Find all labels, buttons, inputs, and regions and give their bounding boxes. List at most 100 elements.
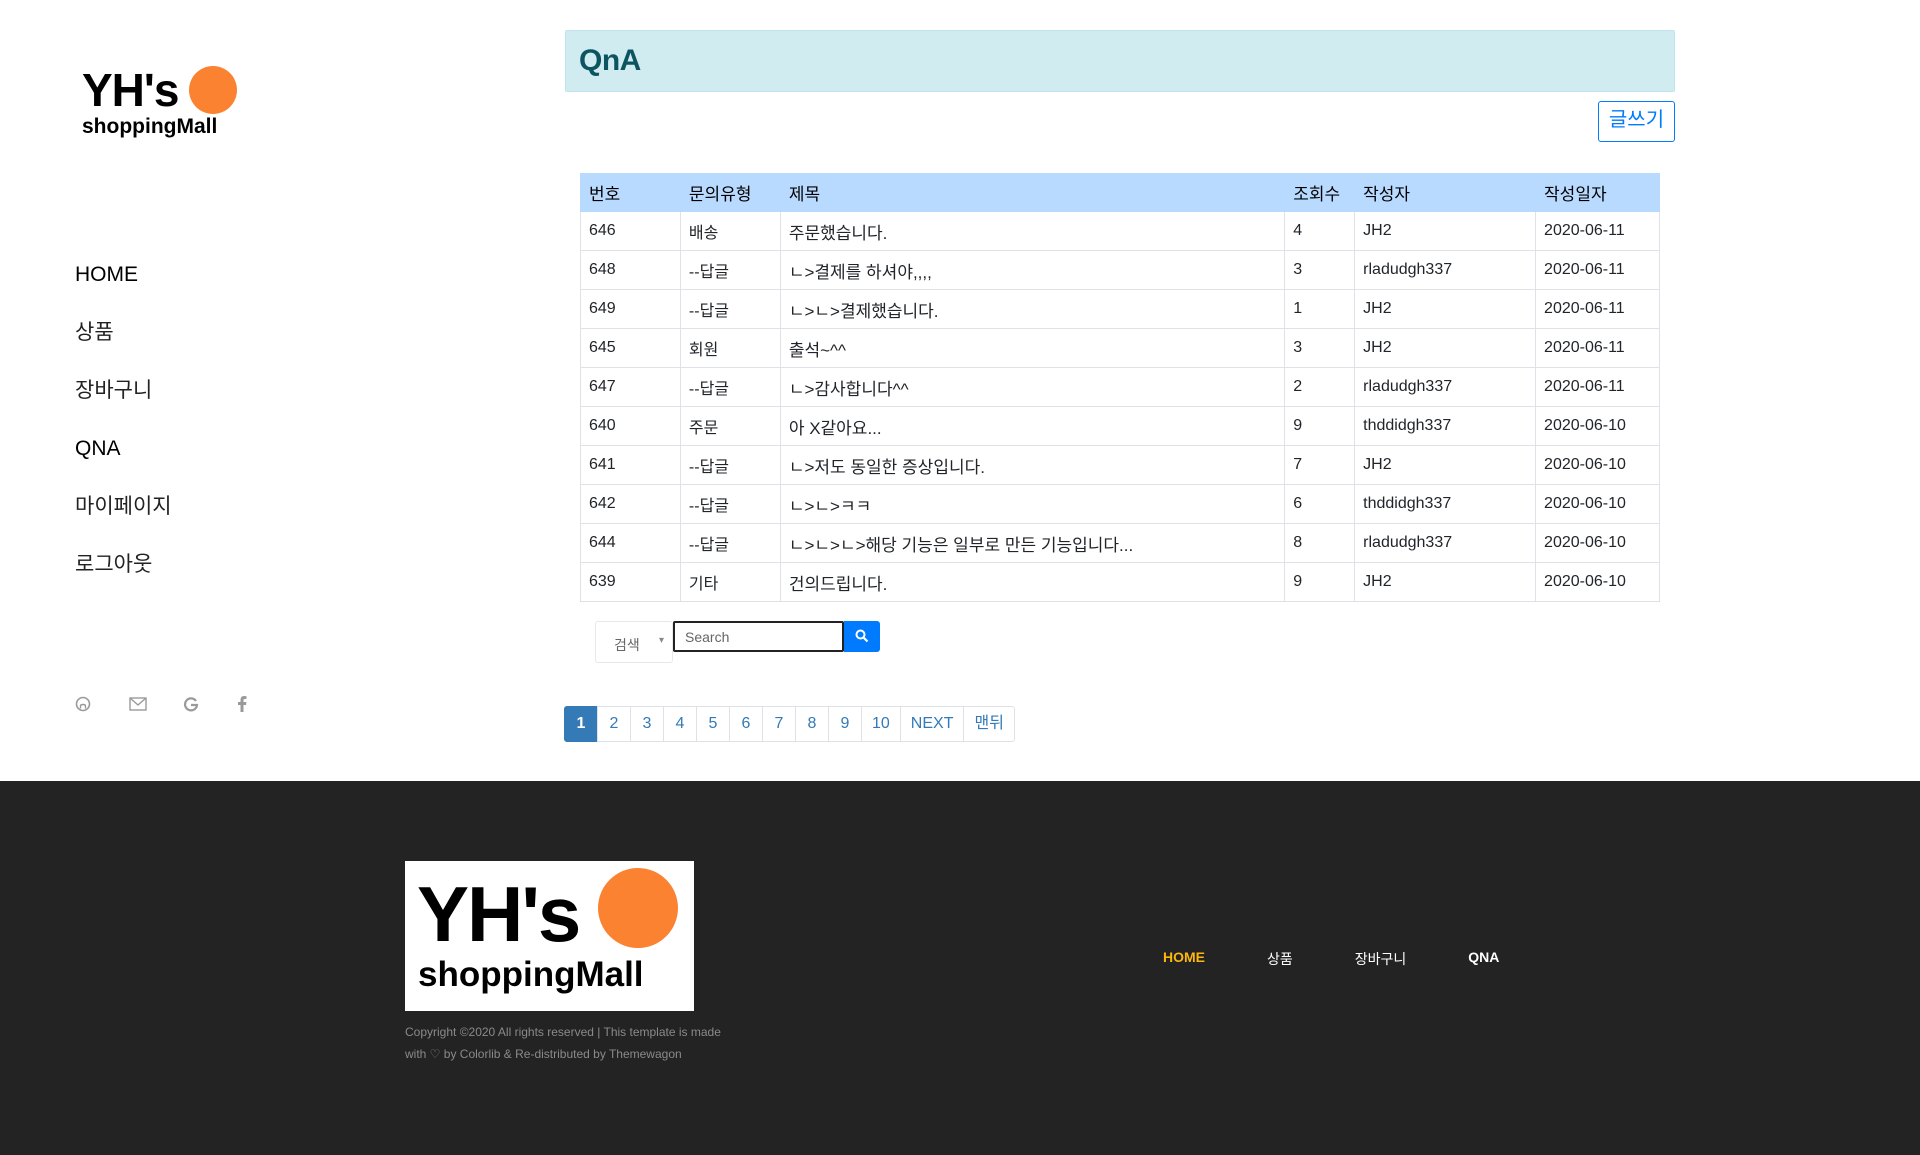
sidebar-item-products[interactable]: 상품 xyxy=(75,316,172,374)
cell-views: 3 xyxy=(1284,328,1356,368)
table-row[interactable]: 641 --답글 ㄴ>저도 동일한 증상입니다. 7 JH2 2020-06-10 xyxy=(580,445,1660,485)
page-4[interactable]: 4 xyxy=(663,706,697,742)
table-row[interactable]: 647 --답글 ㄴ>감사합니다^^ 2 rladudgh337 2020-06-11 xyxy=(580,367,1660,407)
google-icon[interactable] xyxy=(183,696,237,717)
cell-title[interactable]: 주문했습니다. xyxy=(779,211,1286,251)
col-header-title: 제목 xyxy=(779,173,1286,212)
footer-logo-text-bottom: shoppingMall xyxy=(418,955,644,994)
footer-nav-home[interactable]: HOME xyxy=(1163,949,1205,969)
cell-author: JH2 xyxy=(1354,562,1537,602)
brand-logo[interactable]: YH's shoppingMall xyxy=(82,62,242,142)
cell-views: 2 xyxy=(1284,367,1356,407)
cell-views: 9 xyxy=(1284,562,1356,602)
cell-type: 기타 xyxy=(679,562,781,602)
cell-number: 649 xyxy=(580,289,681,329)
page-next[interactable]: NEXT xyxy=(899,706,965,742)
footer-logo-orange-dot xyxy=(598,868,678,948)
cell-date: 2020-06-11 xyxy=(1535,250,1660,290)
footer-logo[interactable]: YH's shoppingMall xyxy=(405,861,694,1011)
page-8[interactable]: 8 xyxy=(795,706,829,742)
cell-date: 2020-06-10 xyxy=(1535,523,1660,563)
cell-type: --답글 xyxy=(679,445,781,485)
table-row[interactable]: 640 주문 아 X같아요... 9 thddidgh337 2020-06-10 xyxy=(580,406,1660,446)
page-1[interactable]: 1 xyxy=(564,706,598,742)
cell-title[interactable]: 아 X같아요... xyxy=(779,406,1286,446)
footer: YH's shoppingMall Copyright ©2020 All ri… xyxy=(0,781,1920,1155)
table-row[interactable]: 642 --답글 ㄴ>ㄴ>ㅋㅋ 6 thddidgh337 2020-06-10 xyxy=(580,484,1660,524)
envelope-icon[interactable] xyxy=(129,696,183,717)
col-header-type: 문의유형 xyxy=(679,173,781,212)
cell-type: --답글 xyxy=(679,523,781,563)
facebook-icon[interactable] xyxy=(237,696,291,717)
cell-title[interactable]: ㄴ>ㄴ>결제했습니다. xyxy=(779,289,1286,329)
cell-views: 9 xyxy=(1284,406,1356,446)
copyright-text: Copyright ©2020 All rights reserved | Th… xyxy=(405,1021,735,1065)
page-2[interactable]: 2 xyxy=(597,706,631,742)
cell-title[interactable]: ㄴ>감사합니다^^ xyxy=(779,367,1286,407)
cell-author: JH2 xyxy=(1354,289,1537,329)
cell-type: 주문 xyxy=(679,406,781,446)
cell-title[interactable]: ㄴ>ㄴ>ㅋㅋ xyxy=(779,484,1286,524)
chevron-down-icon: ▾ xyxy=(658,635,664,646)
table-row[interactable]: 648 --답글 ㄴ>결제를 하셔야,,,, 3 rladudgh337 2020-06-… xyxy=(580,250,1660,290)
cell-type: 회원 xyxy=(679,328,781,368)
search-button[interactable] xyxy=(844,621,880,652)
page-6[interactable]: 6 xyxy=(729,706,763,742)
footer-nav-qna[interactable]: QNA xyxy=(1468,949,1499,969)
search-input[interactable] xyxy=(673,621,844,652)
copyright-line-2: with ♡ by Colorlib & Re-distributed by T… xyxy=(405,1047,682,1061)
logo-text-bottom: shoppingMall xyxy=(82,115,218,138)
cell-number: 647 xyxy=(580,367,681,407)
cell-title[interactable]: ㄴ>결제를 하셔야,,,, xyxy=(779,250,1286,290)
cell-type: --답글 xyxy=(679,250,781,290)
cell-views: 3 xyxy=(1284,250,1356,290)
search-type-select[interactable]: 검색 ▾ xyxy=(595,621,673,663)
logo-text-top: YH's xyxy=(82,64,179,116)
cell-title[interactable]: ㄴ>ㄴ>ㄴ>해당 기능은 일부로 만든 기능입니다... xyxy=(779,523,1286,563)
page-5[interactable]: 5 xyxy=(696,706,730,742)
cell-number: 645 xyxy=(580,328,681,368)
cell-type: --답글 xyxy=(679,289,781,329)
table-row[interactable]: 649 --답글 ㄴ>ㄴ>결제했습니다. 1 JH2 2020-06-11 xyxy=(580,289,1660,329)
github-icon[interactable] xyxy=(75,696,129,717)
cell-author: JH2 xyxy=(1354,445,1537,485)
table-row[interactable]: 644 --답글 ㄴ>ㄴ>ㄴ>해당 기능은 일부로 만든 기능입니다... 8 rlad… xyxy=(580,523,1660,563)
cell-date: 2020-06-11 xyxy=(1535,367,1660,407)
footer-nav-products[interactable]: 상품 xyxy=(1267,949,1293,969)
cell-author: rladudgh337 xyxy=(1354,250,1537,290)
page-10[interactable]: 10 xyxy=(861,706,901,742)
page-3[interactable]: 3 xyxy=(630,706,664,742)
cell-number: 644 xyxy=(580,523,681,563)
cell-views: 4 xyxy=(1284,211,1356,251)
sidebar-item-home[interactable]: HOME xyxy=(75,258,172,316)
footer-nav-cart[interactable]: 장바구니 xyxy=(1355,949,1407,969)
footer-logo-text-top: YH's xyxy=(417,870,581,958)
page-9[interactable]: 9 xyxy=(828,706,862,742)
cell-type: --답글 xyxy=(679,484,781,524)
cell-date: 2020-06-10 xyxy=(1535,406,1660,446)
sidebar-item-mypage[interactable]: 마이페이지 xyxy=(75,490,172,548)
cell-title[interactable]: 출석~^^ xyxy=(779,328,1286,368)
cell-views: 1 xyxy=(1284,289,1356,329)
cell-date: 2020-06-10 xyxy=(1535,445,1660,485)
search-bar: 검색 ▾ xyxy=(595,621,880,663)
sidebar-item-qna[interactable]: QNA xyxy=(75,432,172,490)
write-button[interactable]: 글쓰기 xyxy=(1598,101,1675,142)
col-header-views: 조회수 xyxy=(1284,173,1356,212)
search-icon xyxy=(855,629,869,643)
cell-title[interactable]: 건의드립니다. xyxy=(779,562,1286,602)
sidebar-item-logout[interactable]: 로그아웃 xyxy=(75,548,172,606)
sidebar-item-cart[interactable]: 장바구니 xyxy=(75,374,172,432)
table-row[interactable]: 639 기타 건의드립니다. 9 JH2 2020-06-10 xyxy=(580,562,1660,602)
cell-views: 6 xyxy=(1284,484,1356,524)
cell-date: 2020-06-10 xyxy=(1535,562,1660,602)
table-row[interactable]: 646 배송 주문했습니다. 4 JH2 2020-06-11 xyxy=(580,211,1660,251)
table-row[interactable]: 645 회원 출석~^^ 3 JH2 2020-06-11 xyxy=(580,328,1660,368)
cell-views: 8 xyxy=(1284,523,1356,563)
page-7[interactable]: 7 xyxy=(762,706,796,742)
cell-number: 641 xyxy=(580,445,681,485)
cell-title[interactable]: ㄴ>저도 동일한 증상입니다. xyxy=(779,445,1286,485)
page-last[interactable]: 맨뒤 xyxy=(963,706,1015,742)
pagination: 1 2 3 4 5 6 7 8 9 10 NEXT 맨뒤 xyxy=(564,706,1015,742)
col-header-author: 작성자 xyxy=(1354,173,1537,212)
